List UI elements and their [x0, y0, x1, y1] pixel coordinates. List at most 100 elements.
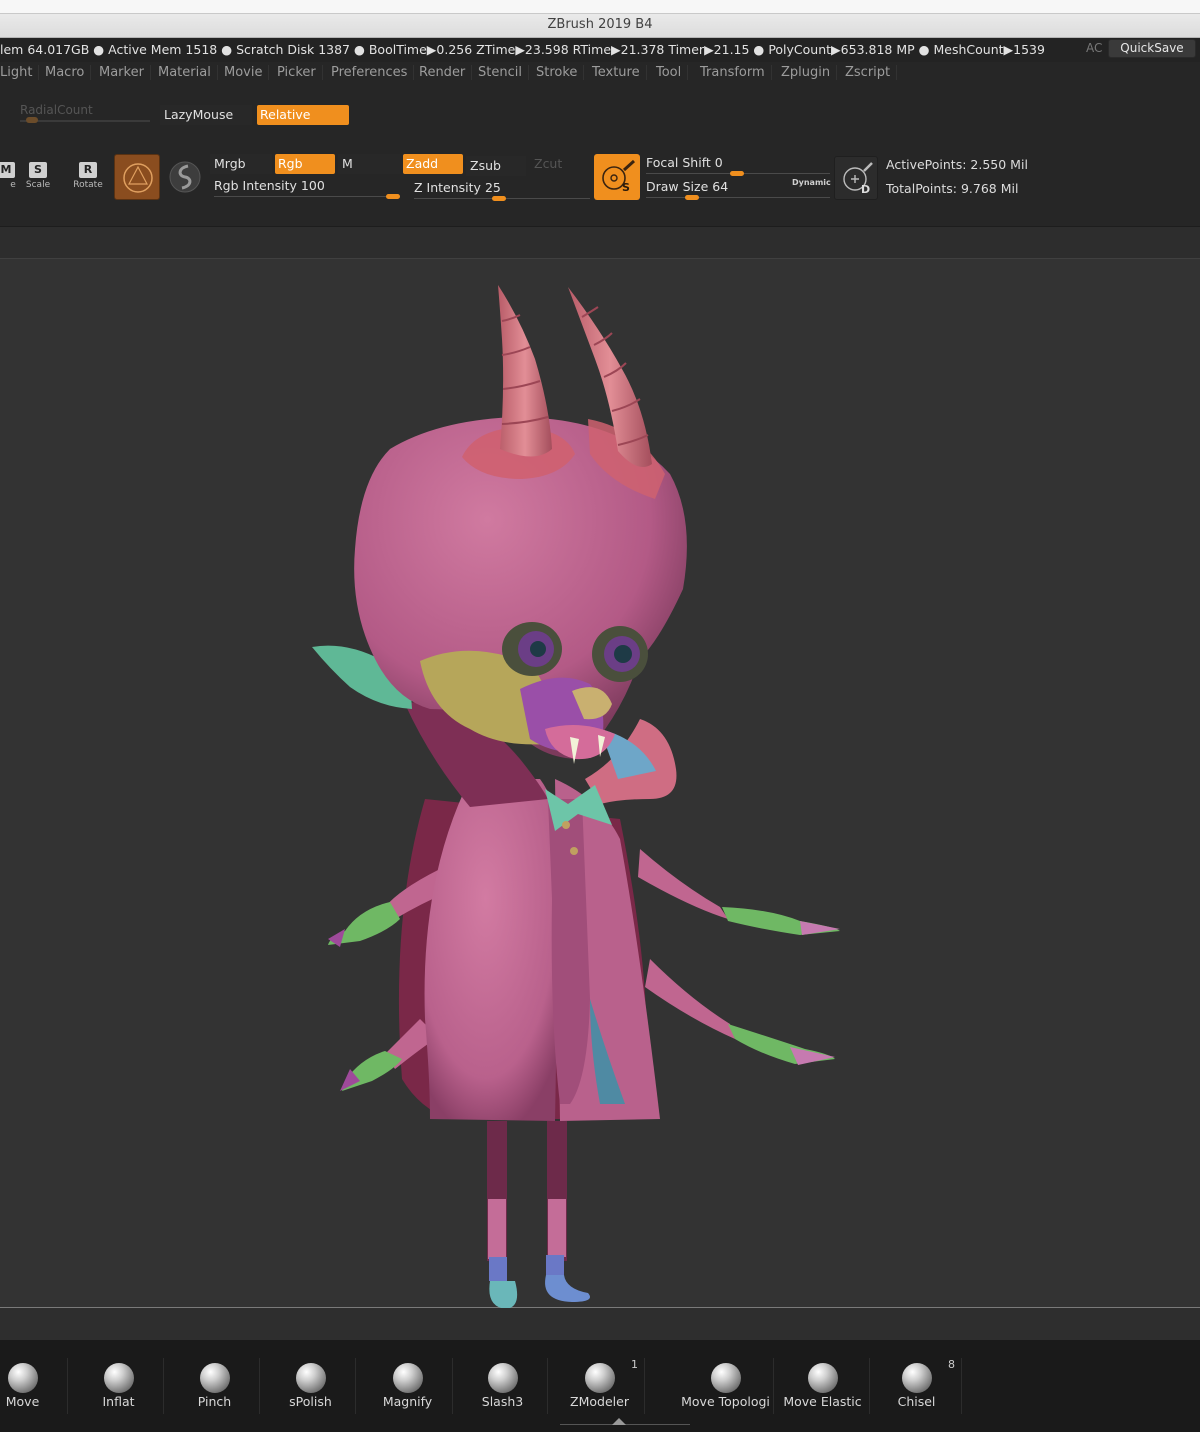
- brush-settings-letter: S: [622, 181, 630, 194]
- draw-size-label: Draw Size: [646, 179, 709, 194]
- chisel-brush-icon: [901, 1363, 932, 1393]
- brush-spolish[interactable]: sPolish: [266, 1358, 356, 1414]
- draw-size-value: 64: [712, 179, 729, 194]
- brush-move[interactable]: Move: [0, 1358, 68, 1414]
- menu-light[interactable]: Light: [0, 65, 40, 80]
- menu-stencil[interactable]: Stencil: [478, 65, 529, 80]
- brush-magnify[interactable]: Magnify: [363, 1358, 453, 1414]
- z-intensity-label: Z Intensity: [414, 180, 481, 195]
- move-tool-label: e: [10, 180, 16, 190]
- zmodeler-brush-icon: [584, 1363, 615, 1393]
- lazymouse-button[interactable]: LazyMouse: [160, 105, 252, 125]
- stroke-brush-button[interactable]: S: [594, 154, 640, 200]
- brush-label: ZModeler: [570, 1394, 629, 1409]
- brush-count: 8: [948, 1358, 955, 1371]
- left-horn: [498, 285, 552, 457]
- brush-move-topologi[interactable]: Move Topologi: [678, 1358, 774, 1414]
- viewport-canvas[interactable]: [0, 258, 1200, 1309]
- rgb-intensity-knob[interactable]: [386, 194, 400, 199]
- menu-preferences[interactable]: Preferences: [331, 65, 415, 80]
- draw-size-slider[interactable]: Draw Size 64: [646, 179, 728, 194]
- ac-toggle[interactable]: AC: [1086, 41, 1102, 55]
- window-title: ZBrush 2019 B4: [547, 17, 653, 32]
- radialcount-slider[interactable]: [20, 120, 150, 122]
- total-points: TotalPoints: 9.768 Mil: [886, 181, 1018, 196]
- relative-button[interactable]: Relative: [257, 105, 349, 125]
- menu-stroke[interactable]: Stroke: [536, 65, 585, 80]
- dynamic-toggle[interactable]: Dynamic: [792, 178, 831, 187]
- rgb-intensity-slider[interactable]: Rgb Intensity 100: [214, 178, 325, 193]
- menu-texture[interactable]: Texture: [592, 65, 647, 80]
- radialcount-knob[interactable]: [26, 117, 38, 123]
- left-eye: [502, 622, 562, 676]
- move-elastic-brush-icon: [807, 1363, 838, 1393]
- brush-sphere-icon: [123, 163, 153, 193]
- menu-macro[interactable]: Macro: [45, 65, 92, 80]
- brush-settings-icon: S: [602, 159, 636, 194]
- rotate-tool-label: Rotate: [73, 180, 103, 190]
- top-shelf: RadialCount LazyMouse Relative M e S Sca…: [0, 86, 1200, 226]
- focal-shift-knob[interactable]: [730, 171, 744, 176]
- brush-label: Slash3: [481, 1394, 524, 1409]
- pinch-brush-icon: [199, 1363, 230, 1393]
- brush-label: sPolish: [289, 1394, 332, 1409]
- brush-pinch[interactable]: Pinch: [170, 1358, 260, 1414]
- dynamic-brush-letter: D: [861, 183, 870, 196]
- menu-material[interactable]: Material: [158, 65, 218, 80]
- spolish-brush-icon: [295, 1363, 326, 1393]
- dynamic-brush-icon: D: [843, 162, 873, 196]
- window-titlebar: ZBrush 2019 B4: [0, 0, 1200, 38]
- zcut-button[interactable]: Zcut: [530, 154, 590, 174]
- memory-stats: lem 64.017GB ● Active Mem 1518 ● Scratch…: [0, 42, 1045, 57]
- rgb-intensity-label: Rgb Intensity: [214, 178, 297, 193]
- draw-size-track[interactable]: [646, 197, 830, 198]
- dynamesh-button[interactable]: D: [834, 156, 878, 200]
- canvas-bottom-band: [0, 1308, 1200, 1340]
- brush-label: Magnify: [382, 1394, 433, 1409]
- slash3-brush-icon: [487, 1363, 518, 1393]
- brush-count: 1: [631, 1358, 638, 1371]
- material-button[interactable]: [166, 158, 204, 196]
- menu-tool[interactable]: Tool: [656, 65, 689, 80]
- brush-label: Move Topologi: [681, 1394, 770, 1409]
- rgb-intensity-value: 100: [300, 178, 325, 193]
- brush-move-elastic[interactable]: Move Elastic: [776, 1358, 870, 1414]
- zadd-button[interactable]: Zadd: [403, 154, 463, 174]
- m-button[interactable]: M: [338, 154, 400, 174]
- current-brush-button[interactable]: [114, 154, 160, 200]
- menu-zplugin[interactable]: Zplugin: [781, 65, 838, 80]
- z-intensity-slider[interactable]: Z Intensity 25: [414, 180, 501, 195]
- brush-zmodeler[interactable]: ZModeler 1: [555, 1358, 645, 1414]
- brush-chisel[interactable]: Chisel 8: [872, 1358, 962, 1414]
- shelf-scroll-up-icon[interactable]: [612, 1418, 626, 1425]
- material-sphere-icon: [169, 161, 201, 193]
- menu-marker[interactable]: Marker: [99, 65, 151, 80]
- brush-label: Chisel: [897, 1394, 936, 1409]
- scale-tool-button[interactable]: S Scale: [20, 162, 56, 196]
- rgb-intensity-track[interactable]: [214, 196, 400, 197]
- active-points-label: ActivePoints:: [886, 157, 967, 172]
- active-points-value: 2.550 Mil: [970, 157, 1028, 172]
- focal-shift-slider[interactable]: Focal Shift 0: [646, 155, 723, 170]
- menu-movie[interactable]: Movie: [224, 65, 270, 80]
- z-intensity-knob[interactable]: [491, 196, 506, 201]
- inflat-brush-icon: [103, 1363, 134, 1393]
- draw-size-knob[interactable]: [685, 195, 699, 200]
- menu-render[interactable]: Render: [419, 65, 473, 80]
- magnify-brush-icon: [392, 1363, 423, 1393]
- brush-slash3[interactable]: Slash3: [458, 1358, 548, 1414]
- menu-transform[interactable]: Transform: [700, 65, 772, 80]
- rotate-tool-button[interactable]: R Rotate: [70, 162, 106, 196]
- menu-picker[interactable]: Picker: [277, 65, 323, 80]
- menu-zscript[interactable]: Zscript: [845, 65, 898, 80]
- zsub-button[interactable]: Zsub: [466, 156, 526, 176]
- coat-button: [570, 847, 578, 855]
- quicksave-button[interactable]: QuickSave: [1108, 39, 1196, 58]
- scale-tool-label: Scale: [25, 180, 51, 190]
- brush-shelf: Move Inflat Pinch sPolish Magnify Slash3…: [0, 1340, 1200, 1432]
- brush-inflat[interactable]: Inflat: [74, 1358, 164, 1414]
- legs: [487, 1121, 590, 1309]
- mrgb-button[interactable]: Mrgb: [210, 154, 272, 174]
- rgb-button[interactable]: Rgb: [275, 154, 335, 174]
- main-menu: Light Macro Marker Material Movie Picker…: [0, 62, 1200, 86]
